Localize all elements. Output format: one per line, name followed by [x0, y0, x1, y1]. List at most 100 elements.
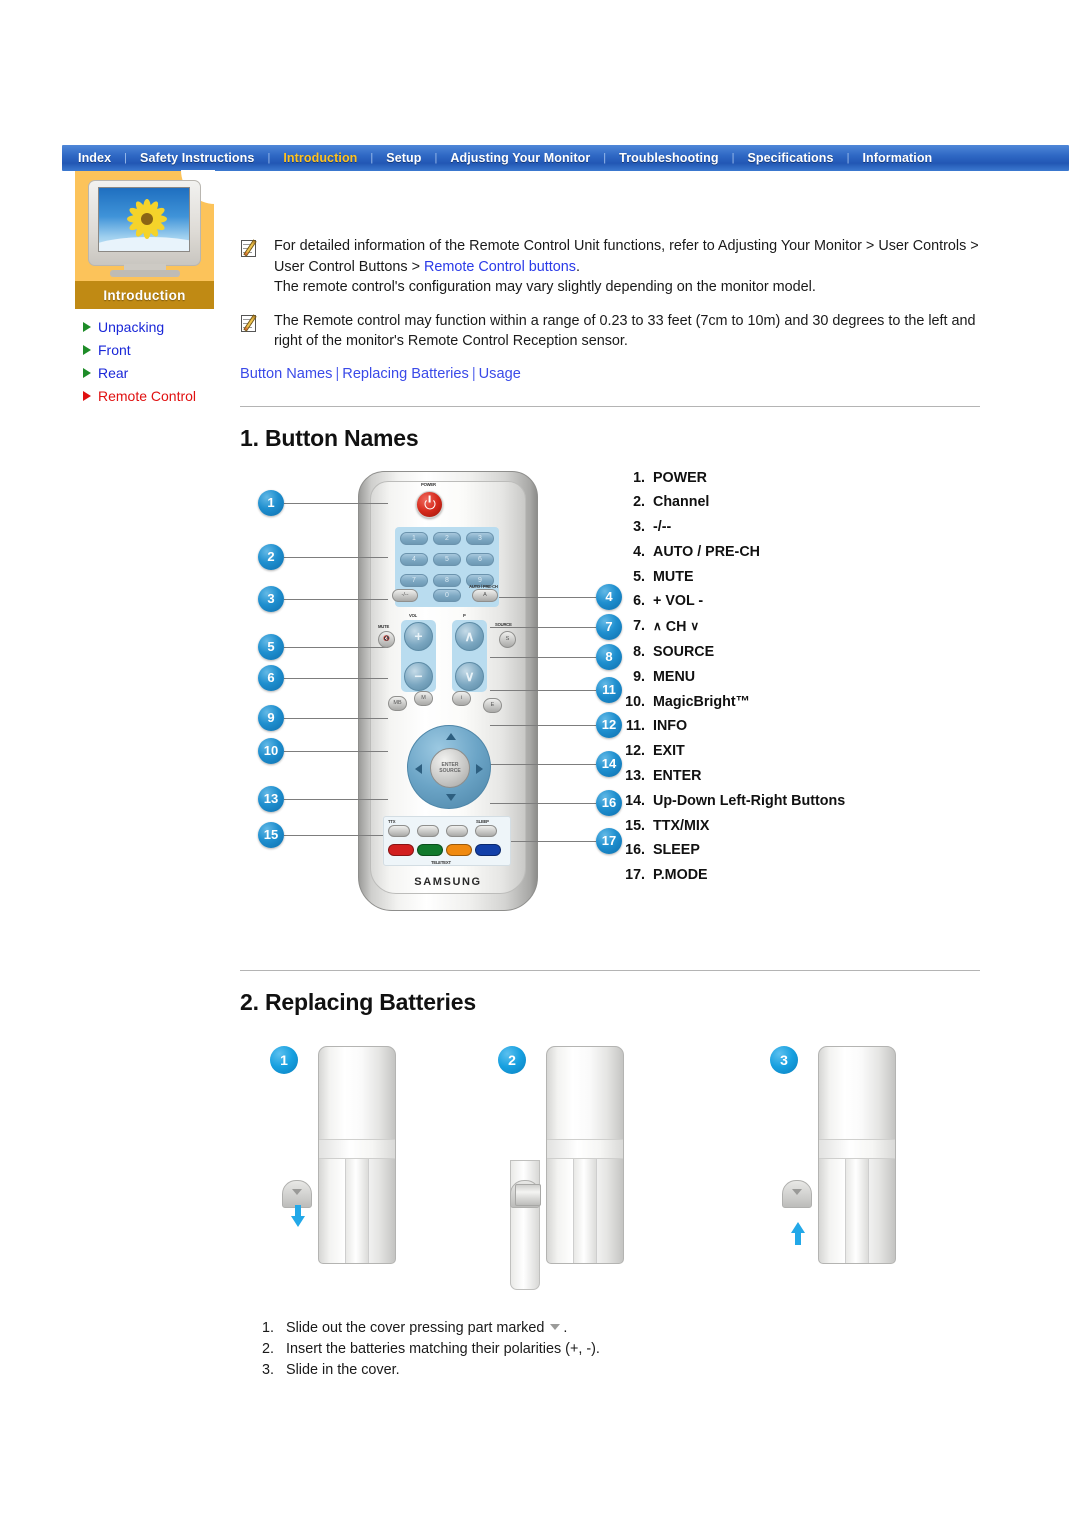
battery-step-text: 3. Slide in the cover.	[262, 1360, 980, 1381]
button-name-number: 1.	[633, 469, 645, 486]
nav-item-setup[interactable]: Setup	[384, 151, 423, 165]
button-name-label: POWER	[653, 469, 708, 486]
numeric-key-0[interactable]: 0	[433, 588, 461, 602]
button-name-number: 17.	[625, 867, 645, 884]
button-name-number: 9.	[633, 668, 645, 685]
numeric-key-4[interactable]: 4	[400, 552, 428, 566]
callout-12: 12	[596, 711, 622, 738]
orange-button[interactable]	[446, 843, 472, 856]
nav-item-introduction[interactable]: Introduction	[281, 151, 359, 165]
note-row: The Remote control may function within a…	[240, 311, 980, 352]
green-button[interactable]	[417, 843, 443, 856]
step-text: Slide out the cover pressing part marked…	[286, 1318, 567, 1339]
battery-callout-1: 1	[270, 1045, 298, 1074]
sidebar-item-label: Remote Control	[98, 387, 197, 404]
arrow-right-icon	[83, 321, 91, 332]
button-name-number: 5.	[633, 568, 645, 585]
magicbright-button[interactable]: MB	[388, 695, 407, 711]
auto-prech-label: AUTO / PRE-CH	[469, 583, 498, 589]
nav-item-information[interactable]: Information	[860, 151, 934, 165]
leader-line	[490, 802, 596, 804]
channel-up-button[interactable]: ∧	[455, 621, 484, 651]
chevron-down-icon: ∨	[690, 619, 700, 634]
arrow-up-icon	[791, 1221, 805, 1245]
right-arrow-icon[interactable]	[476, 763, 483, 774]
nav-item-index[interactable]: Index	[76, 151, 113, 165]
button-name-row: 2. Channel	[623, 490, 943, 515]
callout-2: 2	[258, 543, 284, 570]
leader-line	[490, 596, 596, 598]
ttx-mix-button[interactable]	[388, 824, 410, 837]
monitor-screen	[98, 187, 190, 252]
exit-button[interactable]: E	[483, 697, 502, 713]
crumb-link-replacing-batteries[interactable]: Replacing Batteries	[342, 366, 469, 382]
callout-5: 5	[258, 633, 284, 660]
crumb-link-usage[interactable]: Usage	[479, 366, 521, 382]
ttx-aux-button-1[interactable]	[417, 824, 439, 837]
menu-button[interactable]: M	[414, 690, 433, 706]
teletext-label: TELETEXT	[431, 859, 451, 865]
info-button[interactable]: i	[452, 690, 471, 706]
callout-6: 6	[258, 664, 284, 691]
source-button[interactable]: S	[499, 630, 516, 648]
battery-callout-3: 3	[770, 1045, 798, 1074]
nav-item-adjusting-your-monitor[interactable]: Adjusting Your Monitor	[448, 151, 592, 165]
ttx-aux-button-2[interactable]	[446, 824, 468, 837]
leader-line	[284, 750, 388, 752]
down-arrow-icon[interactable]	[446, 793, 456, 801]
direction-pad[interactable]: ENTER SOURCE	[407, 724, 491, 809]
nav-item-safety-instructions[interactable]: Safety Instructions	[138, 151, 256, 165]
dash-dash-button[interactable]: -/--	[392, 588, 418, 602]
sidebar-item-remote-control[interactable]: Remote Control	[75, 384, 214, 407]
numeric-key-6[interactable]: 6	[466, 552, 494, 566]
callout-15: 15	[258, 821, 284, 848]
crumb-link-button-names[interactable]: Button Names	[240, 366, 332, 382]
numeric-key-3[interactable]: 3	[466, 531, 494, 545]
volume-up-button[interactable]: +	[404, 621, 433, 651]
numeric-key-2[interactable]: 2	[433, 531, 461, 545]
sleep-button[interactable]	[475, 824, 497, 837]
numeric-key-1[interactable]: 1	[400, 531, 428, 545]
auto-prech-button[interactable]: A	[472, 588, 498, 602]
step-text: Slide in the cover.	[286, 1361, 400, 1378]
ttx-label: TTX	[388, 818, 396, 824]
sidebar-item-rear[interactable]: Rear	[75, 361, 214, 384]
shell-band	[547, 1138, 623, 1159]
sidebar-item-front[interactable]: Front	[75, 338, 214, 361]
power-button[interactable]	[416, 490, 443, 518]
red-button[interactable]	[388, 843, 414, 856]
nav-separator: |	[124, 152, 128, 164]
chevron-up-icon: ∧	[653, 619, 662, 634]
blue-button[interactable]	[475, 843, 501, 856]
button-name-label: MUTE	[653, 568, 694, 585]
volume-down-button[interactable]: −	[404, 661, 433, 691]
battery-steps-list: 1. Slide out the cover pressing part mark…	[240, 1318, 980, 1381]
button-name-label: SLEEP	[653, 842, 700, 859]
mute-button[interactable]: 🔇	[378, 630, 395, 648]
button-name-number: 15.	[625, 817, 645, 834]
enter-button[interactable]: ENTER SOURCE	[430, 747, 470, 788]
button-name-label: TTX/MIX	[653, 817, 710, 834]
step-number: 2.	[262, 1340, 275, 1357]
remote-control-buttons-link[interactable]: Remote Control buttons	[424, 259, 576, 275]
shell-rib	[845, 1158, 869, 1263]
sidebar-illustration-panel: Introduction	[75, 170, 215, 309]
nav-item-specifications[interactable]: Specifications	[745, 151, 835, 165]
button-name-row: 9. MENU	[623, 665, 943, 690]
callout-7: 7	[596, 613, 622, 640]
numeric-key-5[interactable]: 5	[433, 552, 461, 566]
nav-separator: |	[370, 152, 374, 164]
callout-11: 11	[596, 676, 622, 703]
leader-line	[490, 656, 596, 658]
sidebar-item-unpacking[interactable]: Unpacking	[75, 315, 214, 338]
up-arrow-icon[interactable]	[446, 732, 456, 740]
sidebar: Introduction Unpacking Front Rear Remote Co…	[75, 170, 215, 407]
note-text-main: The Remote control may function within a…	[274, 312, 976, 350]
mute-label: MUTE	[378, 623, 390, 629]
channel-down-button[interactable]: ∨	[455, 661, 484, 691]
numeric-key-8[interactable]: 8	[433, 573, 461, 587]
numeric-key-7[interactable]: 7	[400, 573, 428, 587]
left-arrow-icon[interactable]	[415, 763, 422, 774]
button-name-number: 4.	[633, 543, 645, 560]
nav-item-troubleshooting[interactable]: Troubleshooting	[617, 151, 720, 165]
